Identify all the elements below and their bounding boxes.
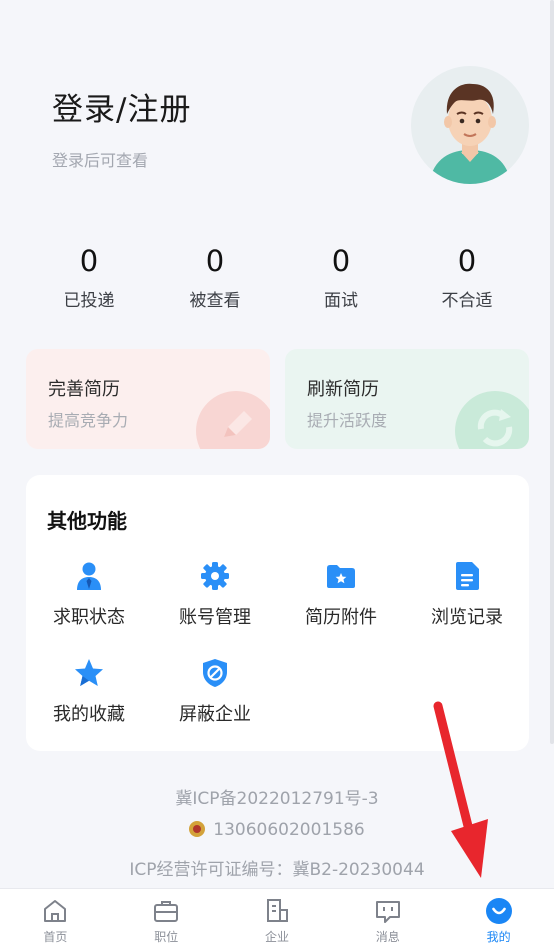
tab-mine[interactable]: 我的: [443, 889, 554, 948]
tab-label: 企业: [264, 930, 289, 944]
home-icon: [41, 897, 69, 925]
tab-home[interactable]: 首页: [0, 889, 111, 948]
briefcase-icon: [152, 897, 180, 925]
user-avatar-icon[interactable]: [411, 66, 529, 184]
refresh-resume-card[interactable]: 刷新简历 提升活跃度: [285, 349, 529, 449]
building-icon: [263, 897, 291, 925]
job-status-icon: [74, 561, 104, 591]
police-badge-icon: [189, 821, 206, 837]
stat-label: 已投递: [63, 291, 115, 311]
login-hint: 登录后可查看: [52, 151, 149, 170]
tab-label: 职位: [154, 930, 179, 944]
folder-star-icon: [326, 561, 356, 591]
feature-label: 屏蔽企业: [179, 704, 251, 725]
profile-page: 登录/注册 登录后可查看 0 已投递 0 被查看 0 面试 0 不合适 完善简历…: [0, 0, 554, 948]
feature-label: 浏览记录: [431, 607, 503, 628]
stat-label: 面试: [324, 291, 358, 311]
stat-viewed[interactable]: 0 被查看: [152, 244, 278, 311]
tab-messages[interactable]: 消息: [332, 889, 443, 948]
message-icon: [374, 897, 402, 925]
improve-resume-card[interactable]: 完善简历 提高竞争力: [26, 349, 270, 449]
document-icon: [452, 561, 482, 591]
tab-label: 我的: [486, 930, 511, 944]
feature-my-favorites[interactable]: 我的收藏: [26, 658, 152, 726]
feature-job-status[interactable]: 求职状态: [26, 561, 152, 629]
tab-companies[interactable]: 企业: [222, 889, 333, 948]
stat-label: 不合适: [441, 291, 493, 311]
feature-resume-attachment[interactable]: 简历附件: [278, 561, 404, 629]
tab-label: 首页: [43, 930, 68, 944]
stat-label: 被查看: [189, 291, 241, 311]
stat-value: 0: [457, 244, 477, 278]
stat-interview[interactable]: 0 面试: [278, 244, 404, 311]
scrollbar[interactable]: [550, 0, 554, 744]
stat-value: 0: [331, 244, 351, 278]
login-register-link[interactable]: 登录/注册: [52, 84, 191, 129]
stat-value: 0: [79, 244, 99, 278]
feature-label: 账号管理: [179, 607, 251, 628]
profile-smile-icon: [485, 897, 513, 925]
feature-label: 我的收藏: [53, 704, 125, 725]
feature-label: 简历附件: [305, 607, 377, 628]
star-icon: [74, 658, 104, 688]
stat-unsuitable[interactable]: 0 不合适: [404, 244, 530, 311]
stats-row: 0 已投递 0 被查看 0 面试 0 不合适: [26, 244, 530, 311]
stat-value: 0: [205, 244, 225, 278]
tab-label: 消息: [375, 930, 400, 944]
police-record-number: 13060602001586: [213, 820, 365, 840]
tab-jobs[interactable]: 职位: [111, 889, 222, 948]
panel-title: 其他功能: [47, 509, 127, 533]
feature-account-management[interactable]: 账号管理: [152, 561, 278, 629]
block-shield-icon: [200, 658, 230, 688]
gear-icon: [200, 561, 230, 591]
bottom-tab-bar: 首页 职位 企业 消息 我的: [0, 888, 554, 948]
feature-block-companies[interactable]: 屏蔽企业: [152, 658, 278, 726]
stat-delivered[interactable]: 0 已投递: [26, 244, 152, 311]
feature-browse-history[interactable]: 浏览记录: [404, 561, 530, 629]
annotation-arrow-icon: [433, 701, 488, 878]
feature-label: 求职状态: [53, 607, 125, 628]
